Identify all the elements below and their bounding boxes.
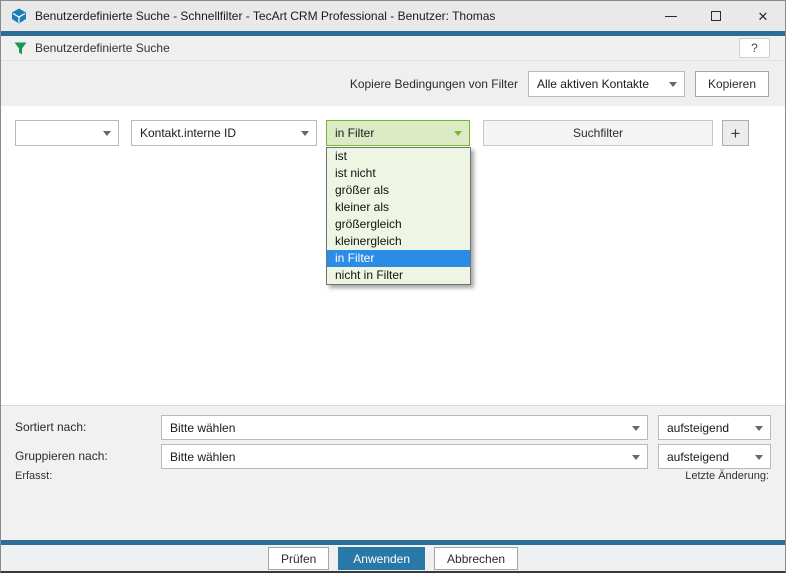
- check-button[interactable]: Prüfen: [268, 547, 329, 570]
- copy-conditions-bar: Kopiere Bedingungen von Filter Alle akti…: [1, 61, 785, 106]
- page-title: Benutzerdefinierte Suche: [35, 36, 170, 61]
- dropdown-option[interactable]: größer als: [327, 182, 470, 199]
- sort-by-label: Sortiert nach:: [15, 415, 155, 440]
- field-select[interactable]: Kontakt.interne ID: [131, 120, 317, 146]
- group-by-value: Bitte wählen: [170, 450, 235, 464]
- dropdown-option[interactable]: nicht in Filter: [327, 267, 470, 284]
- minimize-icon: [665, 16, 677, 17]
- dialog-window: Benutzerdefinierte Suche - Schnellfilter…: [0, 0, 786, 573]
- chevron-down-icon: [632, 426, 640, 431]
- field-select-value: Kontakt.interne ID: [140, 126, 236, 140]
- sort-direction-select[interactable]: aufsteigend: [658, 415, 771, 440]
- help-button[interactable]: ?: [739, 38, 770, 58]
- close-icon: ✕: [758, 10, 769, 23]
- chevron-down-icon: [632, 455, 640, 460]
- dropdown-option[interactable]: größergleich: [327, 216, 470, 233]
- dropdown-option[interactable]: in Filter: [327, 250, 470, 267]
- operator-select[interactable]: in Filter: [326, 120, 470, 146]
- filter-funnel-icon: [14, 42, 27, 55]
- dropdown-option[interactable]: ist nicht: [327, 165, 470, 182]
- operator-dropdown-list: istist nichtgrößer alskleiner alsgrößerg…: [326, 147, 471, 285]
- logic-operator-select[interactable]: [15, 120, 119, 146]
- last-modified-label: Letzte Änderung:: [685, 470, 769, 482]
- sort-by-value: Bitte wählen: [170, 421, 235, 435]
- group-by-label: Gruppieren nach:: [15, 444, 155, 469]
- chevron-down-icon: [755, 426, 763, 431]
- chevron-down-icon: [454, 131, 462, 136]
- copy-button[interactable]: Kopieren: [695, 71, 769, 97]
- operator-select-value: in Filter: [335, 126, 374, 140]
- dialog-header: Benutzerdefinierte Suche ?: [1, 36, 785, 61]
- maximize-button[interactable]: [701, 1, 731, 31]
- window-title: Benutzerdefinierte Suche - Schnellfilter…: [35, 1, 495, 31]
- footer-button-bar: Prüfen Anwenden Abbrechen: [1, 545, 785, 572]
- copy-conditions-label: Kopiere Bedingungen von Filter: [350, 77, 518, 91]
- close-button[interactable]: ✕: [748, 1, 778, 31]
- dropdown-option[interactable]: kleinergleich: [327, 233, 470, 250]
- group-direction-select[interactable]: aufsteigend: [658, 444, 771, 469]
- copy-filter-select[interactable]: Alle aktiven Kontakte: [528, 71, 685, 97]
- maximize-icon: [711, 11, 721, 21]
- app-logo-icon: [11, 8, 27, 24]
- sort-group-section: Sortiert nach: Bitte wählen aufsteigend …: [1, 405, 785, 540]
- minimize-button[interactable]: [656, 1, 686, 31]
- chevron-down-icon: [755, 455, 763, 460]
- add-condition-button[interactable]: +: [722, 120, 749, 146]
- sort-direction-value: aufsteigend: [667, 421, 729, 435]
- copy-filter-value: Alle aktiven Kontakte: [537, 77, 649, 91]
- sort-by-select[interactable]: Bitte wählen: [161, 415, 648, 440]
- dropdown-option[interactable]: ist: [327, 148, 470, 165]
- title-bar: Benutzerdefinierte Suche - Schnellfilter…: [1, 1, 785, 31]
- apply-button[interactable]: Anwenden: [338, 547, 425, 570]
- chevron-down-icon: [669, 82, 677, 87]
- chevron-down-icon: [103, 131, 111, 136]
- chevron-down-icon: [301, 131, 309, 136]
- dropdown-option[interactable]: kleiner als: [327, 199, 470, 216]
- created-label: Erfasst:: [15, 470, 52, 482]
- filter-conditions-area: Kontakt.interne ID in Filter Suchfilter …: [1, 106, 785, 405]
- group-by-select[interactable]: Bitte wählen: [161, 444, 648, 469]
- search-filter-value-button[interactable]: Suchfilter: [483, 120, 713, 146]
- group-direction-value: aufsteigend: [667, 450, 729, 464]
- cancel-button[interactable]: Abbrechen: [434, 547, 518, 570]
